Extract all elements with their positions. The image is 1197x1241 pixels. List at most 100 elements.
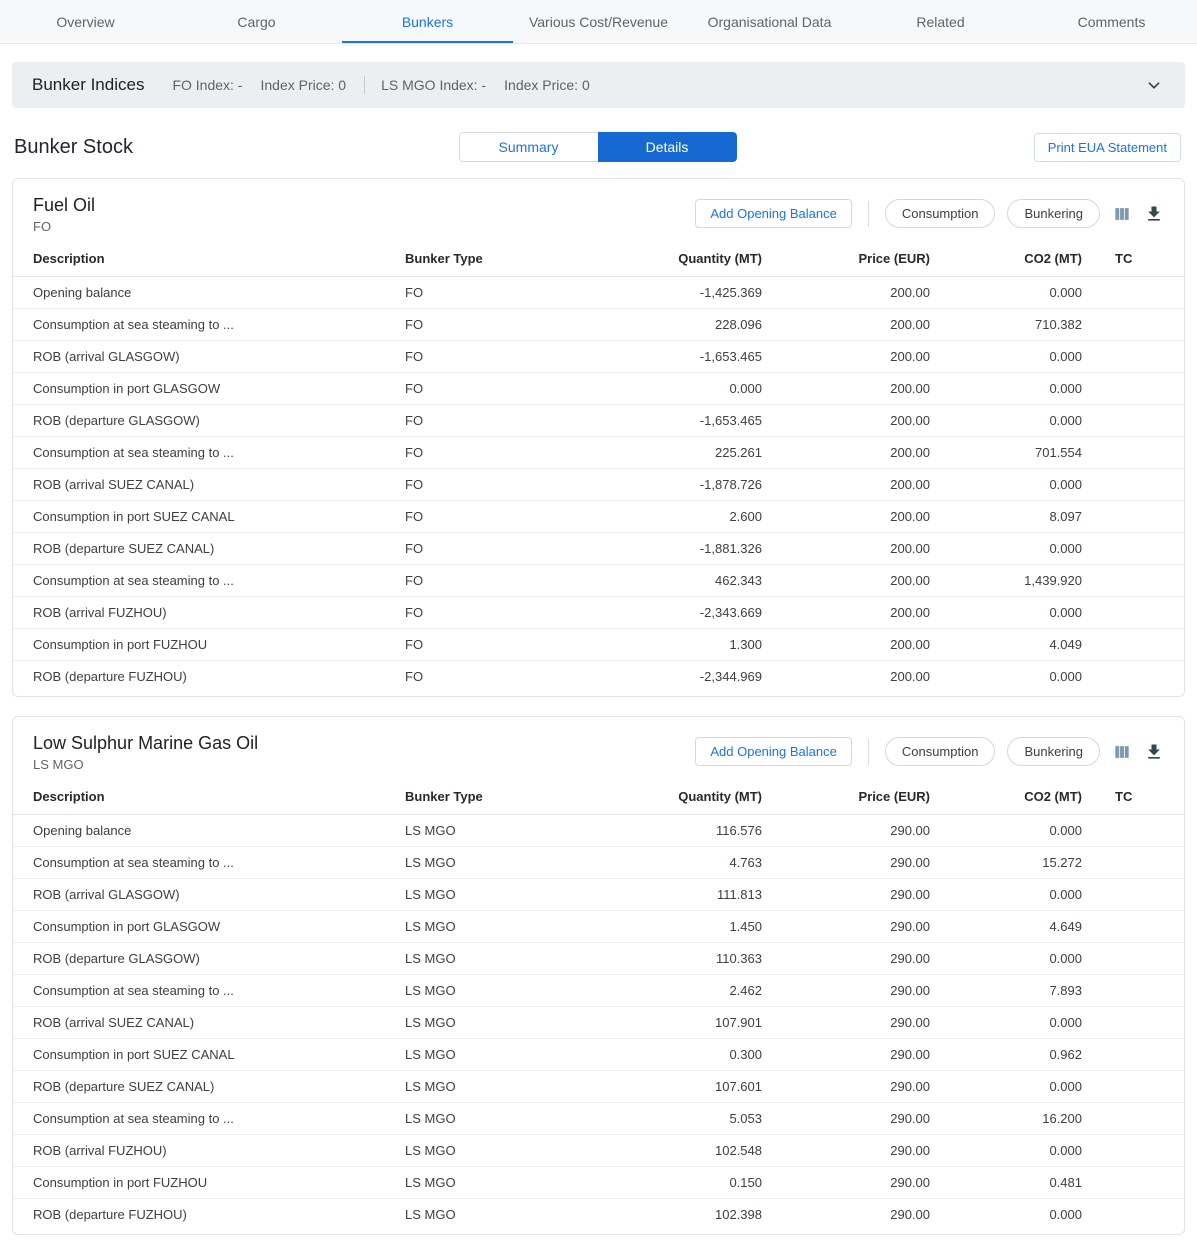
cell-co2: 16.200 (930, 1103, 1082, 1135)
add-opening-balance-button[interactable]: Add Opening Balance (695, 199, 851, 228)
cell-price: 200.00 (762, 501, 930, 533)
divider (868, 739, 869, 765)
cell-co2: 0.000 (930, 405, 1082, 437)
cell-tc (1082, 501, 1185, 533)
cell-quantity: -1,425.369 (550, 277, 762, 309)
column-header-description: Description (13, 778, 405, 815)
cell-co2: 0.481 (930, 1167, 1082, 1199)
cell-price: 200.00 (762, 629, 930, 661)
tab-overview[interactable]: Overview (0, 0, 171, 43)
top-tab-bar: Overview Cargo Bunkers Various Cost/Reve… (0, 0, 1197, 44)
consumption-button[interactable]: Consumption (885, 737, 996, 766)
tab-cargo[interactable]: Cargo (171, 0, 342, 43)
cell-bunker-type: LS MGO (405, 879, 550, 911)
columns-icon[interactable] (1112, 204, 1132, 224)
tab-various-cost-revenue[interactable]: Various Cost/Revenue (513, 0, 684, 43)
summary-toggle-button[interactable]: Summary (459, 132, 598, 162)
cell-co2: 0.000 (930, 469, 1082, 501)
cell-price: 290.00 (762, 1167, 930, 1199)
cell-price: 200.00 (762, 309, 930, 341)
cell-tc (1082, 373, 1185, 405)
ls-mgo-table: Description Bunker Type Quantity (MT) Pr… (13, 778, 1185, 1230)
cell-co2: 0.000 (930, 277, 1082, 309)
fuel-oil-card: Fuel Oil FO Add Opening Balance Consumpt… (12, 178, 1185, 697)
cell-price: 290.00 (762, 879, 930, 911)
cell-quantity: -1,881.326 (550, 533, 762, 565)
cell-bunker-type: LS MGO (405, 1199, 550, 1231)
cell-quantity: 102.398 (550, 1199, 762, 1231)
bunker-indices-bar[interactable]: Bunker Indices FO Index: - Index Price: … (12, 62, 1185, 108)
columns-icon[interactable] (1112, 742, 1132, 762)
cell-co2: 0.000 (930, 879, 1082, 911)
cell-co2: 710.382 (930, 309, 1082, 341)
cell-bunker-type: FO (405, 469, 550, 501)
tab-comments[interactable]: Comments (1026, 0, 1197, 43)
cell-quantity: 1.450 (550, 911, 762, 943)
cell-co2: 0.000 (930, 597, 1082, 629)
table-row: Consumption at sea steaming to ...FO228.… (13, 309, 1185, 341)
cell-description: Opening balance (13, 815, 405, 847)
table-row: Consumption at sea steaming to ...LS MGO… (13, 975, 1185, 1007)
cell-co2: 0.000 (930, 533, 1082, 565)
cell-tc (1082, 1007, 1185, 1039)
consumption-button[interactable]: Consumption (885, 199, 996, 228)
chevron-down-icon[interactable] (1143, 74, 1165, 96)
cell-quantity: -1,653.465 (550, 405, 762, 437)
column-header-tc: TC (1082, 240, 1185, 277)
table-row: Consumption at sea steaming to ...LS MGO… (13, 847, 1185, 879)
fo-index-label: FO Index: - (172, 77, 242, 93)
cell-co2: 0.000 (930, 1007, 1082, 1039)
cell-bunker-type: FO (405, 597, 550, 629)
cell-description: Consumption at sea steaming to ... (13, 309, 405, 341)
cell-description: Consumption at sea steaming to ... (13, 975, 405, 1007)
tab-related[interactable]: Related (855, 0, 1026, 43)
cell-bunker-type: FO (405, 309, 550, 341)
cell-quantity: 0.000 (550, 373, 762, 405)
table-row: Consumption in port FUZHOULS MGO0.150290… (13, 1167, 1185, 1199)
column-header-quantity: Quantity (MT) (550, 778, 762, 815)
card-title: Fuel Oil (33, 195, 95, 216)
cell-co2: 0.000 (930, 1199, 1082, 1231)
cell-bunker-type: FO (405, 373, 550, 405)
cell-description: ROB (departure GLASGOW) (13, 943, 405, 975)
cell-quantity: 225.261 (550, 437, 762, 469)
cell-tc (1082, 629, 1185, 661)
table-row: ROB (departure SUEZ CANAL)LS MGO107.6012… (13, 1071, 1185, 1103)
bunkering-button[interactable]: Bunkering (1007, 199, 1100, 228)
cell-bunker-type: LS MGO (405, 1167, 550, 1199)
cell-tc (1082, 309, 1185, 341)
download-icon[interactable] (1144, 204, 1164, 224)
cell-co2: 0.962 (930, 1039, 1082, 1071)
card-subtitle: FO (33, 219, 95, 234)
details-toggle-button[interactable]: Details (598, 132, 737, 162)
bunkering-button[interactable]: Bunkering (1007, 737, 1100, 766)
cell-quantity: 111.813 (550, 879, 762, 911)
cell-tc (1082, 1071, 1185, 1103)
print-eua-statement-button[interactable]: Print EUA Statement (1034, 133, 1181, 162)
tab-organisational-data[interactable]: Organisational Data (684, 0, 855, 43)
table-row: ROB (departure FUZHOU)FO-2,344.969200.00… (13, 661, 1185, 693)
cell-bunker-type: FO (405, 501, 550, 533)
table-row: ROB (arrival FUZHOU)FO-2,343.669200.000.… (13, 597, 1185, 629)
cell-description: ROB (arrival GLASGOW) (13, 341, 405, 373)
cell-tc (1082, 1199, 1185, 1231)
cell-price: 290.00 (762, 847, 930, 879)
cell-description: ROB (arrival FUZHOU) (13, 597, 405, 629)
column-header-description: Description (13, 240, 405, 277)
cell-co2: 0.000 (930, 661, 1082, 693)
cell-price: 200.00 (762, 341, 930, 373)
cell-bunker-type: LS MGO (405, 911, 550, 943)
cell-quantity: 0.150 (550, 1167, 762, 1199)
divider (868, 201, 869, 227)
add-opening-balance-button[interactable]: Add Opening Balance (695, 737, 851, 766)
page-title: Bunker Stock (14, 136, 133, 158)
cell-quantity: 116.576 (550, 815, 762, 847)
table-row: Opening balanceFO-1,425.369200.000.000 (13, 277, 1185, 309)
divider (364, 76, 365, 94)
cell-quantity: 2.600 (550, 501, 762, 533)
download-icon[interactable] (1144, 742, 1164, 762)
cell-co2: 8.097 (930, 501, 1082, 533)
tab-bunkers[interactable]: Bunkers (342, 0, 513, 43)
cell-bunker-type: LS MGO (405, 1007, 550, 1039)
cell-tc (1082, 943, 1185, 975)
